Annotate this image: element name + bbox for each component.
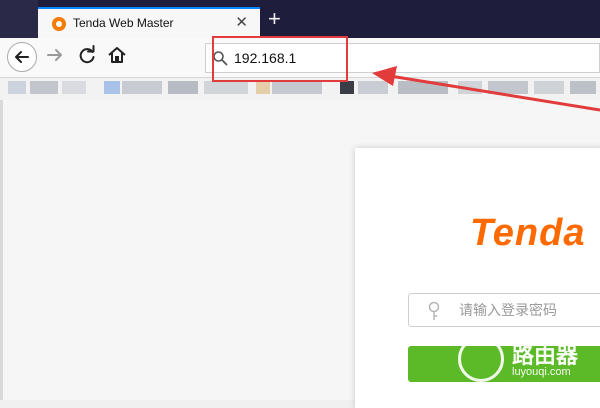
annotation-arrow xyxy=(372,66,600,112)
